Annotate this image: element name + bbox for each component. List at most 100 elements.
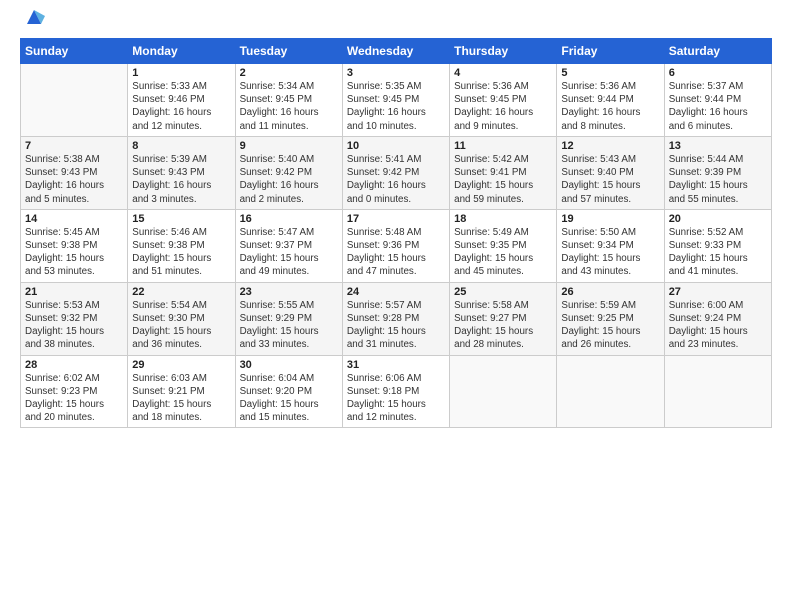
day-cell: 17Sunrise: 5:48 AM Sunset: 9:36 PM Dayli… xyxy=(342,209,449,282)
day-info: Sunrise: 5:49 AM Sunset: 9:35 PM Dayligh… xyxy=(454,226,552,279)
day-cell: 18Sunrise: 5:49 AM Sunset: 9:35 PM Dayli… xyxy=(450,209,557,282)
day-cell: 8Sunrise: 5:39 AM Sunset: 9:43 PM Daylig… xyxy=(128,136,235,209)
day-cell: 31Sunrise: 6:06 AM Sunset: 9:18 PM Dayli… xyxy=(342,355,449,428)
day-number: 25 xyxy=(454,286,552,298)
day-number: 23 xyxy=(240,286,338,298)
day-info: Sunrise: 5:57 AM Sunset: 9:28 PM Dayligh… xyxy=(347,299,445,352)
day-cell: 26Sunrise: 5:59 AM Sunset: 9:25 PM Dayli… xyxy=(557,282,664,355)
day-number: 16 xyxy=(240,213,338,225)
day-cell: 13Sunrise: 5:44 AM Sunset: 9:39 PM Dayli… xyxy=(664,136,771,209)
day-number: 3 xyxy=(347,67,445,79)
day-number: 13 xyxy=(669,140,767,152)
header-row: SundayMondayTuesdayWednesdayThursdayFrid… xyxy=(21,39,772,64)
day-cell: 27Sunrise: 6:00 AM Sunset: 9:24 PM Dayli… xyxy=(664,282,771,355)
day-number: 5 xyxy=(561,67,659,79)
day-cell: 5Sunrise: 5:36 AM Sunset: 9:44 PM Daylig… xyxy=(557,64,664,137)
day-info: Sunrise: 6:04 AM Sunset: 9:20 PM Dayligh… xyxy=(240,372,338,425)
week-row-1: 7Sunrise: 5:38 AM Sunset: 9:43 PM Daylig… xyxy=(21,136,772,209)
day-number: 1 xyxy=(132,67,230,79)
day-cell: 11Sunrise: 5:42 AM Sunset: 9:41 PM Dayli… xyxy=(450,136,557,209)
day-info: Sunrise: 5:42 AM Sunset: 9:41 PM Dayligh… xyxy=(454,153,552,206)
week-row-2: 14Sunrise: 5:45 AM Sunset: 9:38 PM Dayli… xyxy=(21,209,772,282)
day-cell xyxy=(664,355,771,428)
logo xyxy=(20,16,45,28)
week-row-3: 21Sunrise: 5:53 AM Sunset: 9:32 PM Dayli… xyxy=(21,282,772,355)
day-info: Sunrise: 5:40 AM Sunset: 9:42 PM Dayligh… xyxy=(240,153,338,206)
day-cell: 9Sunrise: 5:40 AM Sunset: 9:42 PM Daylig… xyxy=(235,136,342,209)
day-info: Sunrise: 5:35 AM Sunset: 9:45 PM Dayligh… xyxy=(347,80,445,133)
day-info: Sunrise: 6:00 AM Sunset: 9:24 PM Dayligh… xyxy=(669,299,767,352)
header-cell-saturday: Saturday xyxy=(664,39,771,64)
day-number: 24 xyxy=(347,286,445,298)
day-cell xyxy=(450,355,557,428)
day-cell: 6Sunrise: 5:37 AM Sunset: 9:44 PM Daylig… xyxy=(664,64,771,137)
day-number: 28 xyxy=(25,359,123,371)
header-cell-wednesday: Wednesday xyxy=(342,39,449,64)
day-number: 9 xyxy=(240,140,338,152)
header-cell-thursday: Thursday xyxy=(450,39,557,64)
week-row-0: 1Sunrise: 5:33 AM Sunset: 9:46 PM Daylig… xyxy=(21,64,772,137)
day-info: Sunrise: 5:39 AM Sunset: 9:43 PM Dayligh… xyxy=(132,153,230,206)
week-row-4: 28Sunrise: 6:02 AM Sunset: 9:23 PM Dayli… xyxy=(21,355,772,428)
day-info: Sunrise: 5:41 AM Sunset: 9:42 PM Dayligh… xyxy=(347,153,445,206)
day-number: 2 xyxy=(240,67,338,79)
day-info: Sunrise: 5:44 AM Sunset: 9:39 PM Dayligh… xyxy=(669,153,767,206)
day-cell: 15Sunrise: 5:46 AM Sunset: 9:38 PM Dayli… xyxy=(128,209,235,282)
day-number: 21 xyxy=(25,286,123,298)
day-number: 20 xyxy=(669,213,767,225)
day-number: 7 xyxy=(25,140,123,152)
day-cell: 4Sunrise: 5:36 AM Sunset: 9:45 PM Daylig… xyxy=(450,64,557,137)
day-info: Sunrise: 6:03 AM Sunset: 9:21 PM Dayligh… xyxy=(132,372,230,425)
day-cell: 7Sunrise: 5:38 AM Sunset: 9:43 PM Daylig… xyxy=(21,136,128,209)
day-info: Sunrise: 5:55 AM Sunset: 9:29 PM Dayligh… xyxy=(240,299,338,352)
day-info: Sunrise: 6:02 AM Sunset: 9:23 PM Dayligh… xyxy=(25,372,123,425)
day-info: Sunrise: 5:34 AM Sunset: 9:45 PM Dayligh… xyxy=(240,80,338,133)
day-cell: 29Sunrise: 6:03 AM Sunset: 9:21 PM Dayli… xyxy=(128,355,235,428)
day-info: Sunrise: 5:38 AM Sunset: 9:43 PM Dayligh… xyxy=(25,153,123,206)
header xyxy=(20,16,772,28)
day-cell: 3Sunrise: 5:35 AM Sunset: 9:45 PM Daylig… xyxy=(342,64,449,137)
day-info: Sunrise: 5:33 AM Sunset: 9:46 PM Dayligh… xyxy=(132,80,230,133)
header-cell-monday: Monday xyxy=(128,39,235,64)
day-cell: 22Sunrise: 5:54 AM Sunset: 9:30 PM Dayli… xyxy=(128,282,235,355)
day-cell: 2Sunrise: 5:34 AM Sunset: 9:45 PM Daylig… xyxy=(235,64,342,137)
day-cell: 25Sunrise: 5:58 AM Sunset: 9:27 PM Dayli… xyxy=(450,282,557,355)
day-cell: 16Sunrise: 5:47 AM Sunset: 9:37 PM Dayli… xyxy=(235,209,342,282)
day-number: 19 xyxy=(561,213,659,225)
day-info: Sunrise: 5:58 AM Sunset: 9:27 PM Dayligh… xyxy=(454,299,552,352)
day-cell xyxy=(557,355,664,428)
day-cell: 20Sunrise: 5:52 AM Sunset: 9:33 PM Dayli… xyxy=(664,209,771,282)
day-number: 30 xyxy=(240,359,338,371)
day-number: 8 xyxy=(132,140,230,152)
day-number: 10 xyxy=(347,140,445,152)
day-info: Sunrise: 5:47 AM Sunset: 9:37 PM Dayligh… xyxy=(240,226,338,279)
day-cell: 24Sunrise: 5:57 AM Sunset: 9:28 PM Dayli… xyxy=(342,282,449,355)
day-info: Sunrise: 5:37 AM Sunset: 9:44 PM Dayligh… xyxy=(669,80,767,133)
day-number: 22 xyxy=(132,286,230,298)
day-number: 12 xyxy=(561,140,659,152)
day-cell: 12Sunrise: 5:43 AM Sunset: 9:40 PM Dayli… xyxy=(557,136,664,209)
day-cell: 28Sunrise: 6:02 AM Sunset: 9:23 PM Dayli… xyxy=(21,355,128,428)
day-cell: 21Sunrise: 5:53 AM Sunset: 9:32 PM Dayli… xyxy=(21,282,128,355)
header-cell-friday: Friday xyxy=(557,39,664,64)
day-number: 4 xyxy=(454,67,552,79)
day-number: 11 xyxy=(454,140,552,152)
day-cell: 10Sunrise: 5:41 AM Sunset: 9:42 PM Dayli… xyxy=(342,136,449,209)
day-number: 27 xyxy=(669,286,767,298)
day-info: Sunrise: 5:36 AM Sunset: 9:45 PM Dayligh… xyxy=(454,80,552,133)
day-info: Sunrise: 5:52 AM Sunset: 9:33 PM Dayligh… xyxy=(669,226,767,279)
day-info: Sunrise: 5:43 AM Sunset: 9:40 PM Dayligh… xyxy=(561,153,659,206)
calendar-table: SundayMondayTuesdayWednesdayThursdayFrid… xyxy=(20,38,772,428)
day-number: 17 xyxy=(347,213,445,225)
day-info: Sunrise: 5:45 AM Sunset: 9:38 PM Dayligh… xyxy=(25,226,123,279)
day-info: Sunrise: 5:54 AM Sunset: 9:30 PM Dayligh… xyxy=(132,299,230,352)
day-info: Sunrise: 5:50 AM Sunset: 9:34 PM Dayligh… xyxy=(561,226,659,279)
day-info: Sunrise: 6:06 AM Sunset: 9:18 PM Dayligh… xyxy=(347,372,445,425)
day-cell: 30Sunrise: 6:04 AM Sunset: 9:20 PM Dayli… xyxy=(235,355,342,428)
day-info: Sunrise: 5:48 AM Sunset: 9:36 PM Dayligh… xyxy=(347,226,445,279)
day-number: 15 xyxy=(132,213,230,225)
calendar-page: SundayMondayTuesdayWednesdayThursdayFrid… xyxy=(0,0,792,612)
header-cell-sunday: Sunday xyxy=(21,39,128,64)
day-info: Sunrise: 5:59 AM Sunset: 9:25 PM Dayligh… xyxy=(561,299,659,352)
day-number: 26 xyxy=(561,286,659,298)
